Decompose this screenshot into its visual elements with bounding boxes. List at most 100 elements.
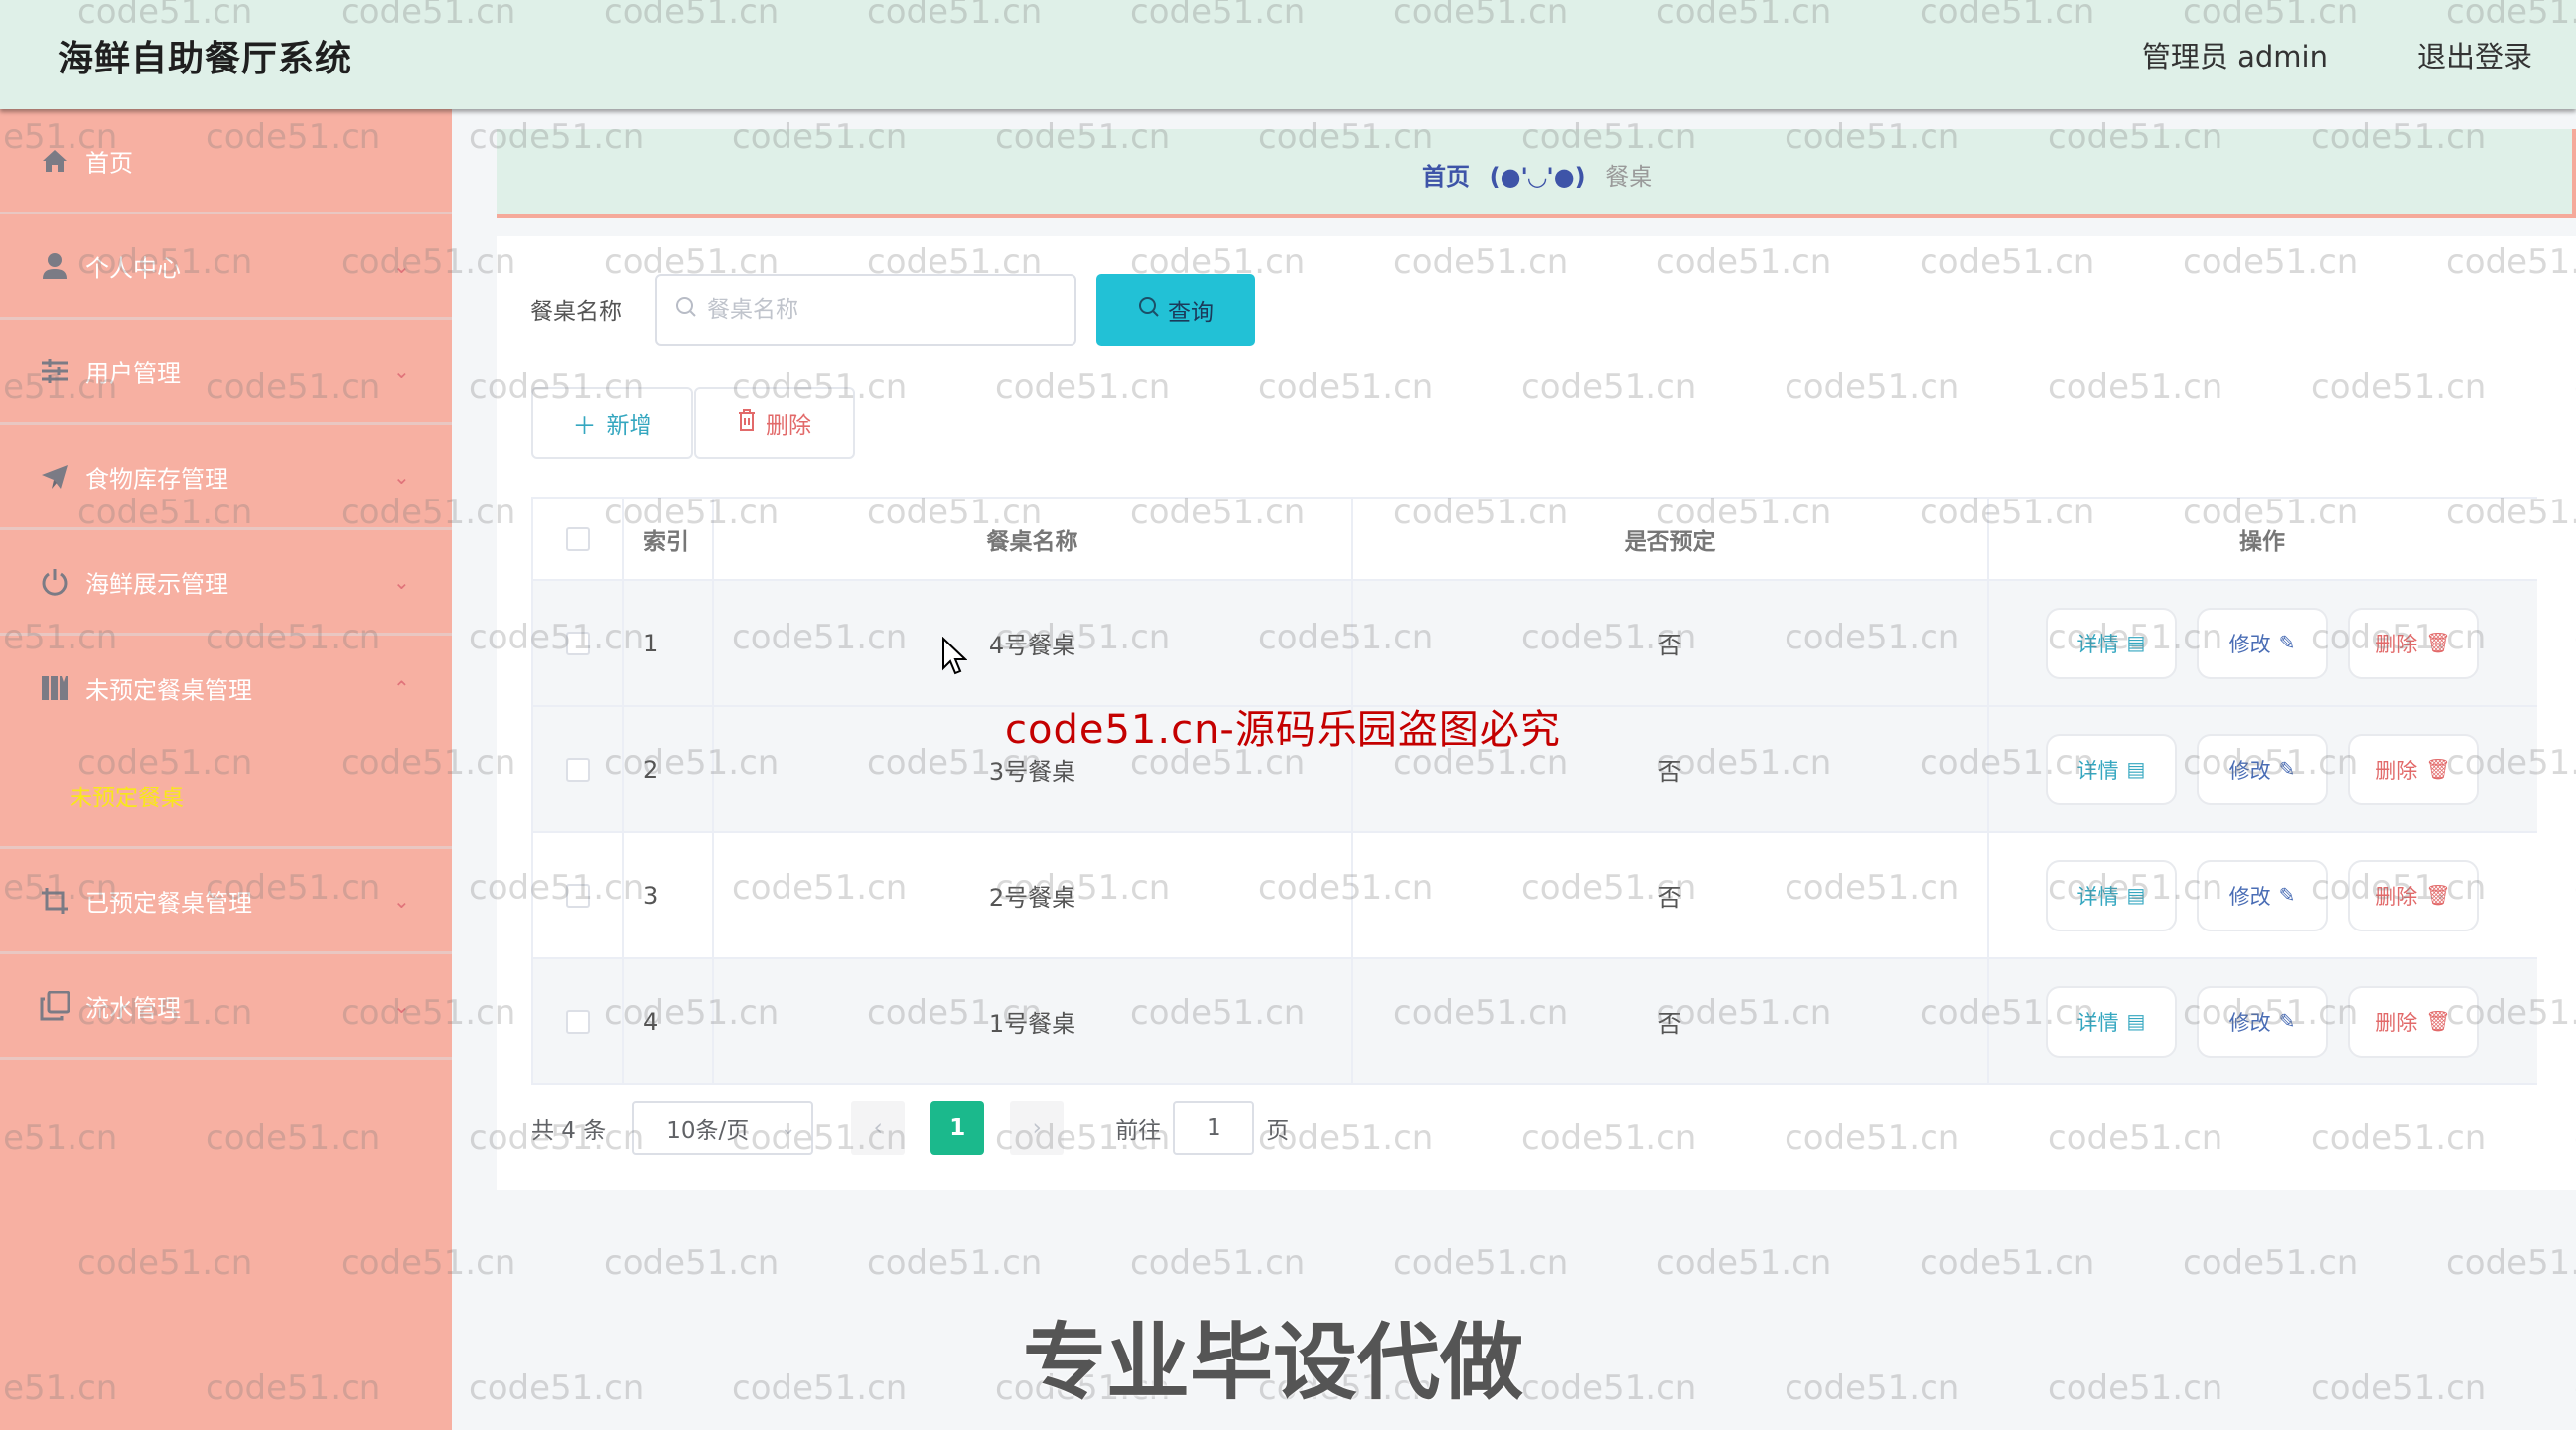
next-page-button[interactable]: › [1010,1101,1065,1155]
sidebar-item-transactions[interactable]: 流水管理 ⌄ [0,954,452,1060]
plus-icon: ＋ [572,412,597,440]
chevron-up-icon: ⌃ [393,676,410,700]
detail-label: 详情 [2076,1011,2119,1035]
search-icon [675,296,697,324]
row-checkbox[interactable] [565,883,590,908]
row-checkbox[interactable] [565,631,590,655]
row-checkbox[interactable] [565,1009,590,1034]
row-delete-button[interactable]: 删除 🗑︎ [2348,733,2479,805]
row-index: 1 [624,581,714,705]
breadcrumb-home-link[interactable]: 首页 [1422,163,1470,191]
query-button[interactable]: 查询 [1096,274,1255,346]
goto-page-input[interactable] [1173,1101,1255,1155]
sidebar-item-home[interactable]: 首页 [0,109,452,214]
chevron-down-icon: ⌄ [393,253,410,278]
watermark-text: code51.cn [732,1368,908,1408]
document-icon: ▤ [2126,633,2146,654]
detail-button[interactable]: 详情 ▤ [2046,985,2177,1058]
column-header-name: 餐桌名称 [714,499,1353,579]
pencil-icon: ✎ [2278,633,2296,654]
watermark-text: code51.cn [1521,1368,1697,1408]
search-icon [1138,296,1160,325]
edit-button[interactable]: 修改 ✎ [2197,733,2328,805]
delete-button-label: 删除 [766,412,811,438]
row-delete-label: 删除 [2375,1011,2418,1035]
add-button[interactable]: ＋ 新增 [531,387,693,459]
watermark-text: code51.cn [1393,1243,1569,1283]
page-number-button[interactable]: 1 [930,1101,985,1155]
sidebar-group-unbooked-tables: 未预定餐桌管理 ⌃ 未预定餐桌 [0,636,452,849]
page-size-value: 10条/页 [666,1118,750,1144]
chevron-down-icon: ⌄ [393,888,410,913]
row-checkbox[interactable] [565,757,590,782]
document-icon: ▤ [2126,885,2146,907]
home-icon [40,146,70,176]
watermark-text: code51.cn [469,1368,644,1408]
chevron-down-icon: ⌄ [393,464,410,489]
copy-icon [40,990,70,1021]
select-all-checkbox[interactable] [565,526,590,551]
row-actions: 详情 ▤ 修改 ✎ 删除 🗑︎ [1989,833,2535,957]
detail-label: 详情 [2076,633,2119,656]
row-delete-button[interactable]: 删除 🗑︎ [2348,985,2479,1058]
pencil-icon: ✎ [2278,885,2296,907]
page-size-select[interactable]: 10条/页 ⌄ [632,1101,814,1155]
row-booked-status: 否 [1353,581,1989,705]
trash-icon: 🗑︎ [2425,885,2451,907]
batch-delete-button[interactable]: 删除 [694,387,855,459]
sidebar-item-user-management[interactable]: 用户管理 ⌄ [0,320,452,425]
column-header-booked: 是否预定 [1353,499,1989,579]
submenu-item-unbooked-table[interactable]: 未预定餐桌 [0,741,452,846]
pencil-icon: ✎ [2278,759,2296,781]
sidebar-item-unbooked-tables[interactable]: 未预定餐桌管理 ⌃ [0,636,452,741]
row-index: 4 [624,959,714,1083]
pagination: 共 4 条 10条/页 ⌄ ‹ 1 › 前往 页 [531,1100,1289,1156]
watermark-text: code51.cn [604,1243,780,1283]
column-header-index: 索引 [624,499,714,579]
mouse-cursor-icon [942,637,967,675]
row-index: 3 [624,833,714,957]
sidebar-item-profile[interactable]: 个人中心 ⌄ [0,214,452,320]
edit-button[interactable]: 修改 ✎ [2197,985,2328,1058]
row-table-name: 2号餐桌 [714,833,1353,957]
sliders-icon [40,357,70,386]
detail-label: 详情 [2076,885,2119,909]
table-row: 3 2号餐桌 否 详情 ▤ 修改 ✎ 删除 🗑︎ [533,833,2537,959]
sidebar-item-seafood-display[interactable]: 海鲜展示管理 ⌄ [0,530,452,636]
table-header-row: 索引 餐桌名称 是否预定 操作 [533,499,2537,581]
top-navbar: 海鲜自助餐厅系统 管理员 admin 退出登录 [0,0,2576,109]
table-row: 4 1号餐桌 否 详情 ▤ 修改 ✎ 删除 🗑︎ [533,959,2537,1085]
row-delete-button[interactable]: 删除 🗑︎ [2348,859,2479,931]
sidebar-item-food-inventory[interactable]: 食物库存管理 ⌄ [0,425,452,530]
edit-button[interactable]: 修改 ✎ [2197,607,2328,679]
goto-label: 前往 [1115,1118,1162,1144]
watermark-text: code51.cn [867,1243,1043,1283]
row-booked-status: 否 [1353,833,1989,957]
edit-label: 修改 [2228,759,2271,783]
search-label: 餐桌名称 [530,299,622,325]
row-delete-label: 删除 [2375,633,2418,656]
detail-button[interactable]: 详情 ▤ [2046,733,2177,805]
copyright-notice: code51.cn-源码乐园盗图必究 [1005,707,1561,753]
detail-button[interactable]: 详情 ▤ [2046,859,2177,931]
watermark-text: code51.cn [1130,1243,1306,1283]
row-table-name: 4号餐桌 [714,581,1353,705]
watermark-text: code51.cn [2311,1368,2487,1408]
watermark-text: code51.cn [1656,1243,1832,1283]
table-name-search-input[interactable] [707,297,1045,323]
table-name-search-field[interactable] [655,274,1076,346]
prev-page-button[interactable]: ‹ [851,1101,906,1155]
sidebar-item-label: 首页 [85,149,133,177]
edit-button[interactable]: 修改 ✎ [2197,859,2328,931]
row-index: 2 [624,707,714,831]
watermark-text: code51.cn [2183,1243,2359,1283]
logout-link[interactable]: 退出登录 [2417,34,2532,75]
chevron-down-icon: ⌄ [781,1117,796,1139]
sidebar-item-booked-tables[interactable]: 已预定餐桌管理 ⌄ [0,849,452,954]
row-delete-button[interactable]: 删除 🗑︎ [2348,607,2479,679]
breadcrumb-current: 餐桌 [1605,163,1653,191]
detail-button[interactable]: 详情 ▤ [2046,607,2177,679]
sidebar-item-label: 食物库存管理 [85,465,228,493]
current-user-label: 管理员 admin [2141,40,2328,73]
table-row: 1 4号餐桌 否 详情 ▤ 修改 ✎ 删除 🗑︎ [533,581,2537,707]
